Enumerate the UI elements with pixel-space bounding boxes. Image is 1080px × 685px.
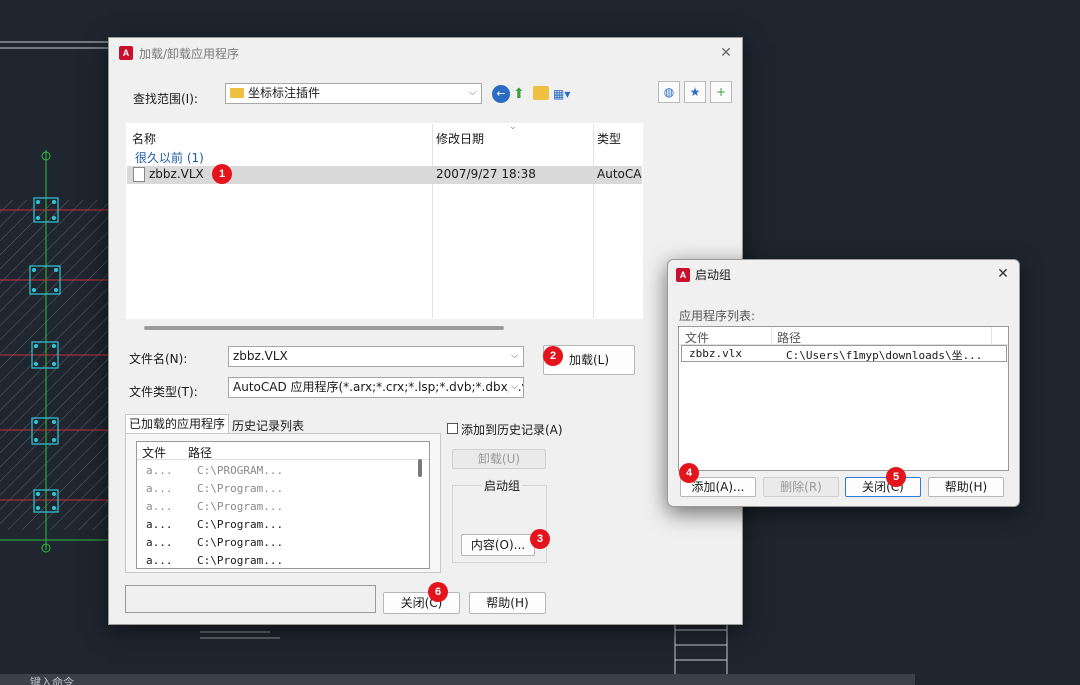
col-date[interactable]: 修改日期 bbox=[436, 130, 484, 147]
search-web-icon[interactable]: ◍ bbox=[658, 81, 680, 103]
file-icon bbox=[133, 167, 145, 182]
file-name: zbbz.VLX bbox=[149, 167, 204, 181]
close-button[interactable]: 关闭(C) bbox=[383, 592, 460, 614]
step-badge-3: 3 bbox=[530, 529, 550, 549]
close-icon[interactable]: ✕ bbox=[718, 46, 734, 60]
loaded-path: C:\Program... bbox=[197, 554, 284, 567]
vertical-scrollbar-thumb[interactable] bbox=[418, 459, 422, 477]
add-history-label: 添加到历史记录(A) bbox=[461, 423, 563, 437]
step-badge-5: 5 bbox=[886, 467, 906, 487]
contents-button[interactable]: 内容(O)... bbox=[461, 534, 535, 556]
new-folder-icon[interactable] bbox=[533, 86, 549, 100]
dialog-titlebar[interactable]: A 加载/卸载应用程序 ✕ bbox=[109, 38, 742, 68]
lookin-combo[interactable]: 坐标标注插件 ⌵ bbox=[225, 83, 482, 104]
dialog-title: 加载/卸载应用程序 bbox=[139, 47, 240, 61]
step-badge-2: 2 bbox=[543, 346, 563, 366]
startup-path: C:\Users\f1myp\downloads\坐... bbox=[786, 349, 983, 362]
startup-close-button[interactable]: 关闭(C) bbox=[845, 477, 921, 497]
filename-value: zbbz.VLX bbox=[233, 349, 288, 363]
folder-icon bbox=[230, 88, 244, 98]
file-type: AutoCAD bbox=[597, 167, 642, 181]
up-folder-icon[interactable]: ⬆ bbox=[513, 85, 529, 103]
startup-help-button[interactable]: 帮助(H) bbox=[928, 477, 1004, 497]
filetype-combo[interactable]: AutoCAD 应用程序(*.arx;*.crx;*.lsp;*.dvb;*.d… bbox=[228, 377, 524, 398]
loaded-file: a... bbox=[146, 518, 173, 531]
back-icon[interactable]: ← bbox=[492, 85, 510, 103]
help-button[interactable]: 帮助(H) bbox=[469, 592, 546, 614]
file-row[interactable]: zbbz.VLX 2007/9/27 18:38 AutoCAD bbox=[127, 166, 642, 184]
autocad-app-icon: A bbox=[119, 46, 133, 60]
tab-loaded-apps-label: 已加载的应用程序 bbox=[129, 417, 226, 431]
startup-title: 启动组 bbox=[695, 268, 732, 282]
sort-arrow-icon: ⌄ bbox=[509, 123, 517, 132]
file-date: 2007/9/27 18:38 bbox=[436, 167, 536, 181]
loaded-path: C:\Program... bbox=[197, 518, 284, 531]
startup-file: zbbz.vlx bbox=[689, 347, 742, 360]
step-badge-6: 6 bbox=[428, 582, 448, 602]
loaded-row[interactable]: a... C:\Program... bbox=[137, 516, 417, 534]
loaded-path: C:\PROGRAM... bbox=[197, 464, 284, 477]
views-icon[interactable]: ▦▾ bbox=[553, 86, 577, 102]
loaded-row[interactable]: a... C:\Program... bbox=[137, 534, 417, 552]
lookin-label: 查找范围(I): bbox=[133, 92, 198, 106]
loaded-file: a... bbox=[146, 500, 173, 513]
filetype-label: 文件类型(T): bbox=[129, 385, 198, 399]
loaded-row[interactable]: a... C:\PROGRAM... bbox=[137, 462, 417, 480]
close-icon[interactable]: ✕ bbox=[995, 267, 1011, 281]
status-box bbox=[125, 585, 376, 613]
filename-input[interactable]: zbbz.VLX ⌵ bbox=[228, 346, 524, 367]
chevron-down-icon: ⌵ bbox=[511, 351, 518, 361]
col-type[interactable]: 类型 bbox=[597, 130, 621, 147]
startup-titlebar[interactable]: A 启动组 ✕ bbox=[668, 260, 1019, 290]
chevron-down-icon: ⌵ bbox=[469, 88, 476, 98]
loaded-row[interactable]: a... C:\Program... bbox=[137, 552, 417, 568]
chevron-down-icon: ⌵ bbox=[509, 378, 518, 397]
file-list[interactable]: 名称 修改日期 类型 ⌄ 很久以前 (1) zbbz.VLX 2007/9/27… bbox=[126, 123, 643, 319]
loaded-file: a... bbox=[146, 464, 173, 477]
remove-button[interactable]: 删除(R) bbox=[763, 477, 839, 497]
loaded-file: a... bbox=[146, 482, 173, 495]
horizontal-scrollbar[interactable] bbox=[144, 326, 504, 330]
app-list-label: 应用程序列表: bbox=[679, 309, 756, 323]
loaded-path: C:\Program... bbox=[197, 536, 284, 549]
step-badge-4: 4 bbox=[679, 463, 699, 483]
favorites-icon[interactable]: ★ bbox=[684, 81, 706, 103]
col-name[interactable]: 名称 bbox=[132, 130, 156, 147]
startup-row[interactable]: zbbz.vlx C:\Users\f1myp\downloads\坐... bbox=[681, 345, 1007, 362]
loaded-file: a... bbox=[146, 554, 173, 567]
startup-app-list[interactable]: 文件 路径 zbbz.vlx C:\Users\f1myp\downloads\… bbox=[678, 326, 1009, 471]
lookin-value: 坐标标注插件 bbox=[248, 86, 321, 100]
group-header[interactable]: 很久以前 (1) bbox=[135, 149, 204, 166]
load-unload-dialog: A 加载/卸载应用程序 ✕ 查找范围(I): 坐标标注插件 ⌵ ← ⬆ ▦▾ ◍… bbox=[108, 37, 743, 625]
startup-group-label: 启动组 bbox=[482, 477, 523, 494]
loaded-row[interactable]: a... C:\Program... bbox=[137, 498, 417, 516]
loaded-apps-list[interactable]: 文件 路径 a... C:\PROGRAM... a... C:\Program… bbox=[136, 441, 430, 569]
tab-loaded-apps[interactable]: 已加载的应用程序 bbox=[125, 414, 230, 434]
unload-button[interactable]: 卸载(U) bbox=[452, 449, 546, 469]
loaded-path: C:\Program... bbox=[197, 482, 284, 495]
command-line-text[interactable]: 键入命令 bbox=[30, 674, 74, 685]
filename-label: 文件名(N): bbox=[129, 352, 188, 366]
add-history-checkbox[interactable] bbox=[447, 423, 458, 434]
filetype-value: AutoCAD 应用程序(*.arx;*.crx;*.lsp;*.dvb;*.d… bbox=[233, 380, 524, 394]
autocad-app-icon: A bbox=[676, 268, 690, 282]
step-badge-1: 1 bbox=[212, 164, 232, 184]
startup-suite-dialog: A 启动组 ✕ 应用程序列表: 文件 路径 zbbz.vlx C:\Users\… bbox=[667, 259, 1020, 507]
loaded-file: a... bbox=[146, 536, 173, 549]
loaded-row[interactable]: a... C:\Program... bbox=[137, 480, 417, 498]
add-favorite-icon[interactable]: + bbox=[710, 81, 732, 103]
loaded-path: C:\Program... bbox=[197, 500, 284, 513]
tab-history[interactable]: 历史记录列表 bbox=[232, 417, 304, 434]
